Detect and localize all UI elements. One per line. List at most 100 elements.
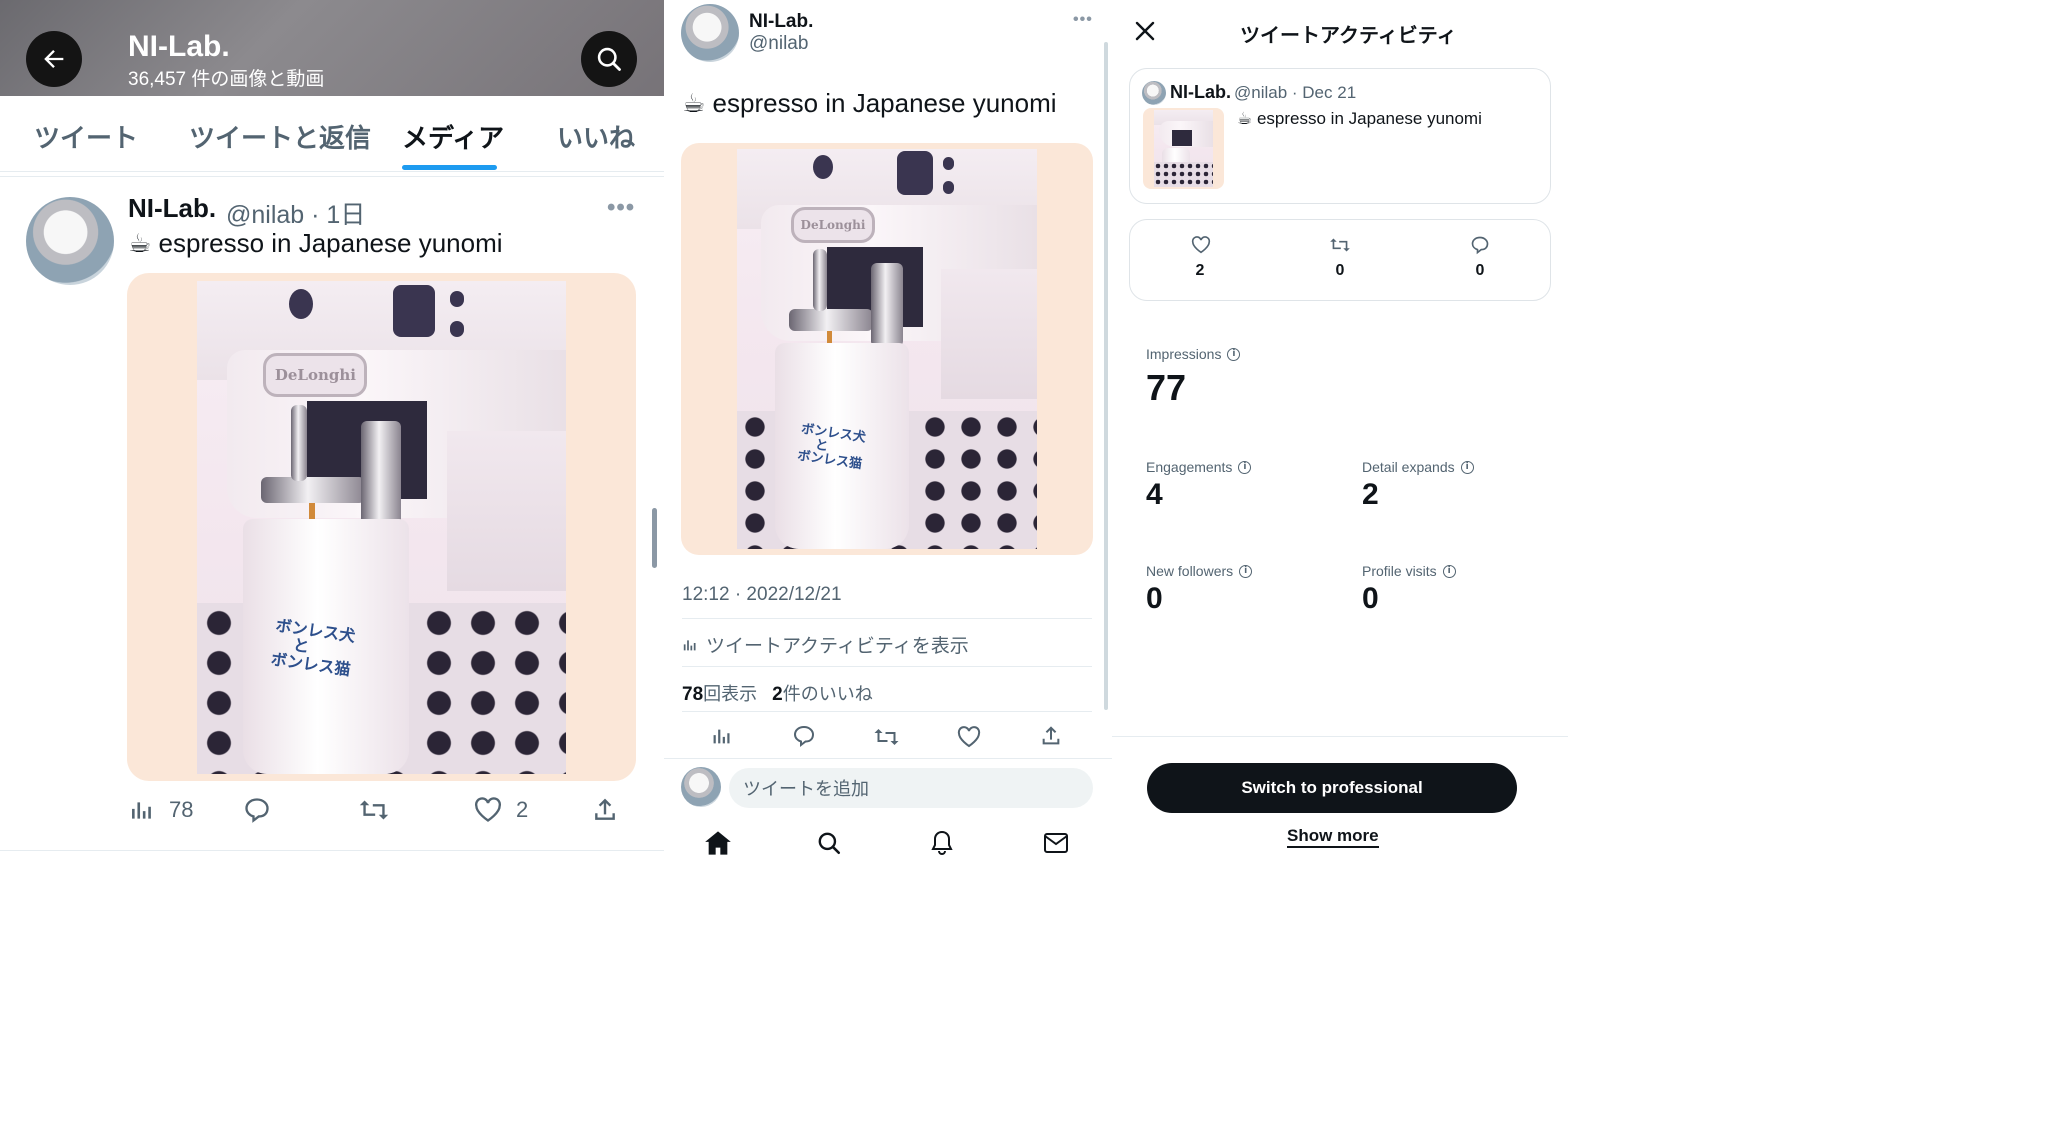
back-button[interactable] xyxy=(26,31,82,87)
views-button[interactable]: 78 xyxy=(129,797,193,823)
retweets-stat xyxy=(1328,236,1352,254)
tweet-text: ☕ espresso in Japanese yunomi xyxy=(682,88,1057,118)
active-tab-indicator xyxy=(402,165,497,170)
close-icon xyxy=(1135,21,1155,41)
scrollbar[interactable] xyxy=(652,508,657,568)
avatar xyxy=(1142,81,1166,105)
avatar xyxy=(681,767,721,807)
views-chart-icon xyxy=(132,802,151,819)
share-button[interactable] xyxy=(592,796,618,824)
empty-background xyxy=(1568,0,2048,1128)
detail-expands-label[interactable]: Detail expands i xyxy=(1362,459,1474,475)
brand-logo: DeLonghi xyxy=(791,207,875,243)
retweet-button[interactable] xyxy=(873,726,900,748)
messages-button[interactable] xyxy=(1043,832,1069,854)
tweet-text: ☕ espresso in Japanese yunomi xyxy=(128,228,503,258)
more-icon[interactable]: ••• xyxy=(607,194,635,222)
avatar[interactable] xyxy=(681,4,739,62)
heart-icon xyxy=(1191,236,1211,254)
notifications-button[interactable] xyxy=(930,830,954,856)
tweet-detail-panel: NI-Lab. @nilab ••• ☕ espresso in Japanes… xyxy=(664,0,1112,1128)
replies-stat xyxy=(1470,235,1490,255)
profile-media-panel: NI-Lab. 36,457 件の画像と動画 ツイート ツイートと返信 メディア… xyxy=(0,0,664,1128)
likes-stat xyxy=(1191,236,1211,254)
heart-icon xyxy=(957,726,981,748)
info-icon[interactable]: i xyxy=(1239,564,1253,578)
info-icon[interactable]: i xyxy=(1227,347,1241,361)
engagement-counts-card xyxy=(1129,219,1551,301)
view-activity-link[interactable]: ツイートアクティビティを表示 xyxy=(682,631,969,658)
show-more-link[interactable]: Show more xyxy=(1287,826,1379,848)
more-icon[interactable]: ••• xyxy=(1073,11,1093,29)
home-button[interactable] xyxy=(704,830,732,856)
likes-label[interactable]: 件のいいね xyxy=(783,684,873,704)
card-handle-date: @nilab · Dec 21 xyxy=(1234,83,1357,102)
close-button[interactable] xyxy=(1134,20,1156,42)
search-button[interactable] xyxy=(581,31,637,87)
retweets-count: 0 xyxy=(1335,262,1345,279)
tab-likes[interactable]: いいね xyxy=(557,118,635,155)
reply-input[interactable]: ツイートを追加 xyxy=(729,768,1093,808)
avatar[interactable] xyxy=(26,197,114,285)
like-count: 2 xyxy=(516,797,529,822)
share-icon xyxy=(595,798,615,820)
divider xyxy=(682,666,1092,667)
card-author-name: NI-Lab. xyxy=(1170,82,1231,102)
profile-name: NI-Lab. xyxy=(128,30,230,63)
mail-icon xyxy=(1044,833,1068,853)
tweet-handle-time: @nilab · 1日 xyxy=(226,201,366,229)
espresso-photo: DeLonghi ボンレス犬 と ボンレス猫 xyxy=(737,149,1037,549)
info-icon[interactable]: i xyxy=(1442,564,1456,578)
card-tweet-text: ☕ espresso in Japanese yunomi xyxy=(1237,109,1482,128)
like-button[interactable]: 2 xyxy=(474,797,528,823)
tab-tweets[interactable]: ツイート xyxy=(34,118,138,155)
tweet-thumbnail xyxy=(1143,108,1224,189)
views-count: 78 xyxy=(169,797,194,822)
tweet-author-name[interactable]: NI-Lab. xyxy=(128,193,216,224)
heart-icon xyxy=(475,797,501,822)
divider xyxy=(0,850,664,851)
search-icon xyxy=(597,47,621,71)
yunomi-cup: ボンレス犬 と ボンレス猫 xyxy=(243,519,409,774)
switch-to-professional-button[interactable]: Switch to professional xyxy=(1147,763,1517,813)
retweet-button[interactable] xyxy=(358,797,390,823)
tab-media[interactable]: メディア xyxy=(402,118,504,155)
tweet-image[interactable]: DeLonghi ボンレス犬 と ボンレス猫 xyxy=(681,143,1093,555)
info-icon[interactable]: i xyxy=(1460,460,1474,474)
explore-button[interactable] xyxy=(816,830,842,856)
reply-icon xyxy=(245,798,269,823)
views-button[interactable] xyxy=(711,725,733,747)
like-button[interactable] xyxy=(957,726,981,748)
author-name[interactable]: NI-Lab. xyxy=(749,11,813,33)
espresso-photo: DeLonghi ボンレス犬 と ボンレス猫 xyxy=(197,281,566,774)
divider xyxy=(0,176,664,177)
engagements-value: 4 xyxy=(1146,478,1163,511)
tweet-image[interactable]: DeLonghi ボンレス犬 と ボンレス猫 xyxy=(127,273,636,781)
impressions-label[interactable]: Impressions i xyxy=(1146,346,1241,362)
reply-icon xyxy=(793,725,815,748)
reply-button[interactable] xyxy=(243,796,271,824)
replies-count: 0 xyxy=(1475,262,1485,279)
scrollbar[interactable] xyxy=(1104,42,1108,710)
activity-chart-icon xyxy=(683,639,696,650)
profile-header: NI-Lab. 36,457 件の画像と動画 xyxy=(0,0,664,96)
profile-visits-label[interactable]: Profile visits i xyxy=(1362,563,1456,579)
info-icon[interactable]: i xyxy=(1238,460,1252,474)
likes-count: 2 xyxy=(1195,262,1205,279)
brand-logo: DeLonghi xyxy=(263,353,368,397)
home-icon xyxy=(705,831,731,855)
engagements-label[interactable]: Engagements i xyxy=(1146,459,1252,475)
detail-expands-value: 2 xyxy=(1362,478,1379,511)
tab-tweets-replies[interactable]: ツイートと返信 xyxy=(189,118,371,155)
reply-button[interactable] xyxy=(792,724,816,748)
activity-link-label: ツイートアクティビティを表示 xyxy=(706,636,969,657)
new-followers-label[interactable]: New followers i xyxy=(1146,563,1253,579)
search-icon xyxy=(818,832,841,855)
share-button[interactable] xyxy=(1040,724,1062,748)
author-handle: @nilab xyxy=(749,33,809,54)
share-icon xyxy=(1042,726,1060,745)
divider xyxy=(682,711,1092,712)
arrow-left-icon xyxy=(44,50,64,68)
likes-count[interactable]: 2 xyxy=(772,684,783,705)
bell-icon xyxy=(931,830,953,855)
